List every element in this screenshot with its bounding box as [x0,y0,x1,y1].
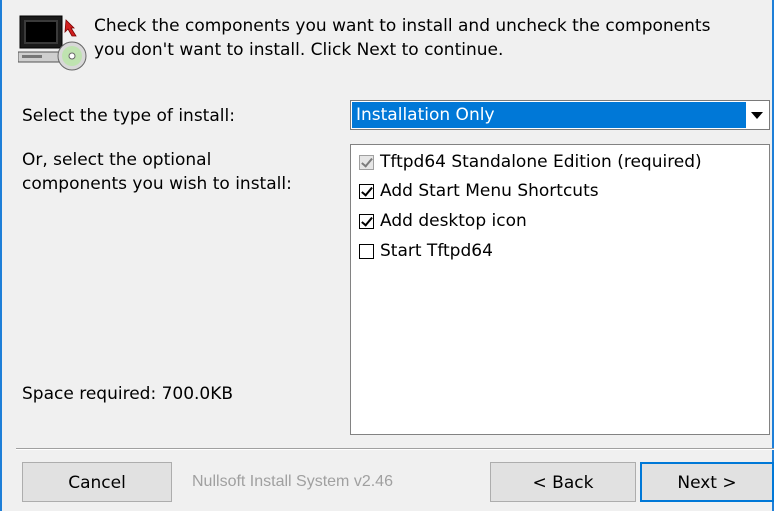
footer-separator [16,448,774,450]
checkbox-desktop-icon[interactable] [359,213,374,229]
header-instructions: Check the components you want to install… [94,14,764,62]
checkbox-start-tftpd64[interactable] [359,243,374,259]
component-label-start-tftpd64[interactable]: Start Tftpd64 [380,241,493,261]
next-button[interactable]: Next > [640,462,774,502]
component-item-start-menu-shortcuts[interactable]: Add Start Menu Shortcuts [359,179,599,203]
checkbox-start-menu-shortcuts[interactable] [359,183,374,199]
installer-computer-cd-icon [18,15,87,71]
component-item-start-tftpd64[interactable]: Start Tftpd64 [359,239,493,263]
component-label-start-menu-shortcuts[interactable]: Add Start Menu Shortcuts [380,181,599,201]
component-item-tftpd64-standalone: Tftpd64 Standalone Edition (required) [359,150,702,174]
component-item-desktop-icon[interactable]: Add desktop icon [359,209,527,233]
install-type-selected-value: Installation Only [352,102,746,128]
install-type-label: Select the type of install: [22,106,235,126]
component-label-desktop-icon[interactable]: Add desktop icon [380,211,527,231]
installer-window: Check the components you want to install… [0,0,774,511]
space-required-text: Space required: 700.0KB [22,384,234,404]
back-button[interactable]: < Back [490,462,636,502]
components-list[interactable]: Tftpd64 Standalone Edition (required) Ad… [350,144,770,435]
chevron-down-icon[interactable] [746,102,768,128]
component-label-tftpd64-standalone: Tftpd64 Standalone Edition (required) [380,152,702,172]
cancel-button[interactable]: Cancel [22,462,172,502]
nsis-branding-text: Nullsoft Install System v2.46 [192,473,393,490]
header-text-line2: you don't want to install. Click Next to… [94,40,504,60]
install-type-dropdown[interactable]: Installation Only [350,100,770,130]
header-text-line1: Check the components you want to install… [94,16,711,36]
components-label: Or, select the optional components you w… [22,148,292,196]
components-label-line2: components you wish to install: [22,174,292,194]
components-label-line1: Or, select the optional [22,150,212,170]
checkbox-tftpd64-standalone [359,154,374,170]
